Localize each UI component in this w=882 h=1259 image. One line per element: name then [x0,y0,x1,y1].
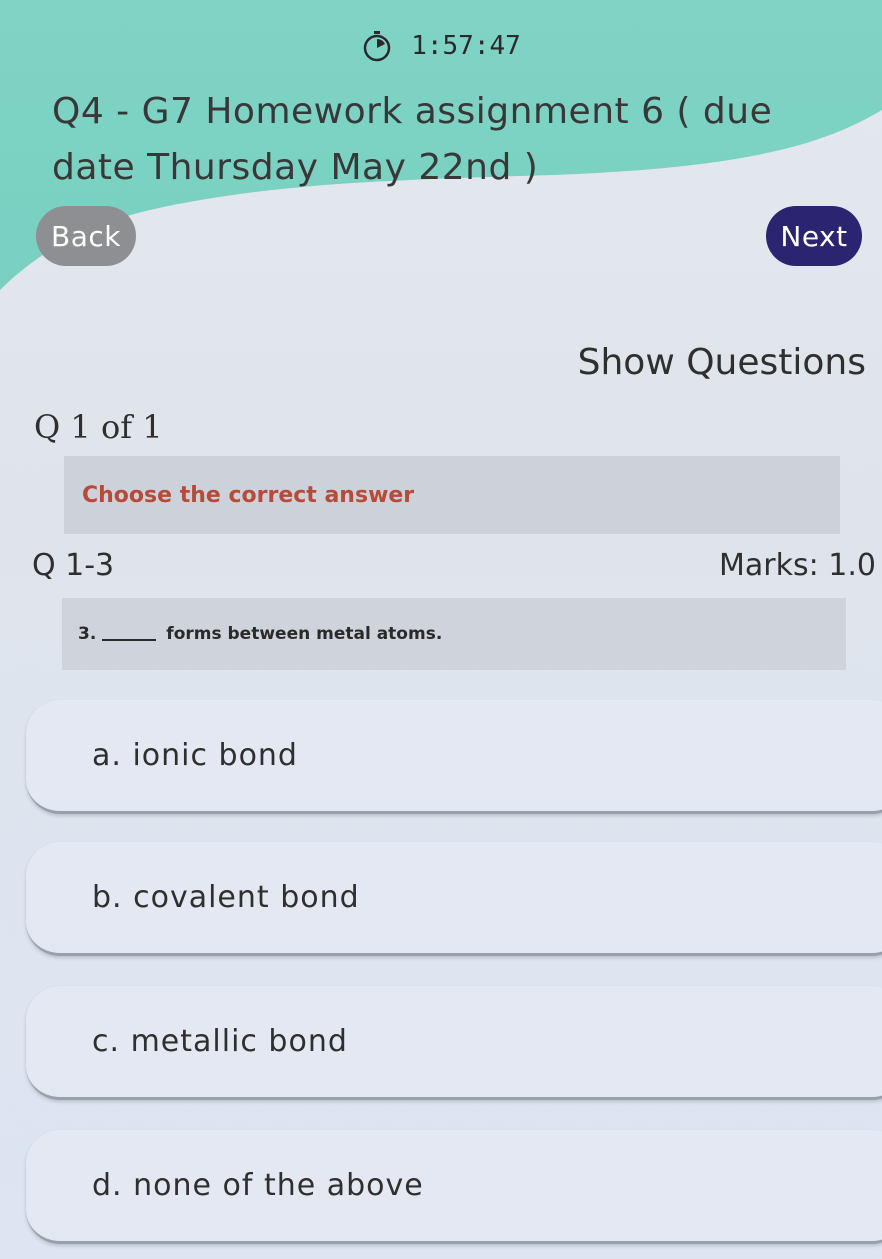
option-b[interactable]: b. covalent bond [26,842,882,956]
option-c[interactable]: c. metallic bond [26,986,882,1100]
option-label: d. none of the above [92,1168,424,1203]
question-prefix: 3. [78,624,97,644]
option-label: c. metallic bond [92,1024,348,1059]
option-d[interactable]: d. none of the above [26,1130,882,1244]
answer-blank [102,627,157,641]
option-label: a. ionic bond [92,738,298,773]
question-number: Q 1-3 [32,548,115,583]
question-text-box: 3. forms between metal atoms. [62,598,846,670]
countdown-timer: 1:57:47 [0,30,882,62]
question-text: forms between metal atoms. [166,624,443,644]
back-button[interactable]: Back [36,206,136,266]
stopwatch-icon [361,30,393,62]
option-a[interactable]: a. ionic bond [26,700,882,814]
option-label: b. covalent bond [92,880,360,915]
show-questions-link[interactable]: Show Questions [578,342,866,383]
timer-value: 1:57:47 [411,31,521,61]
question-counter: Q 1 of 1 [34,408,163,446]
instruction-text: Choose the correct answer [82,482,415,508]
next-button[interactable]: Next [766,206,862,266]
assignment-title: Q4 - G7 Homework assignment 6 ( due date… [52,91,773,188]
instruction-banner: Choose the correct answer [64,456,840,534]
question-marks: Marks: 1.0 [719,548,876,583]
